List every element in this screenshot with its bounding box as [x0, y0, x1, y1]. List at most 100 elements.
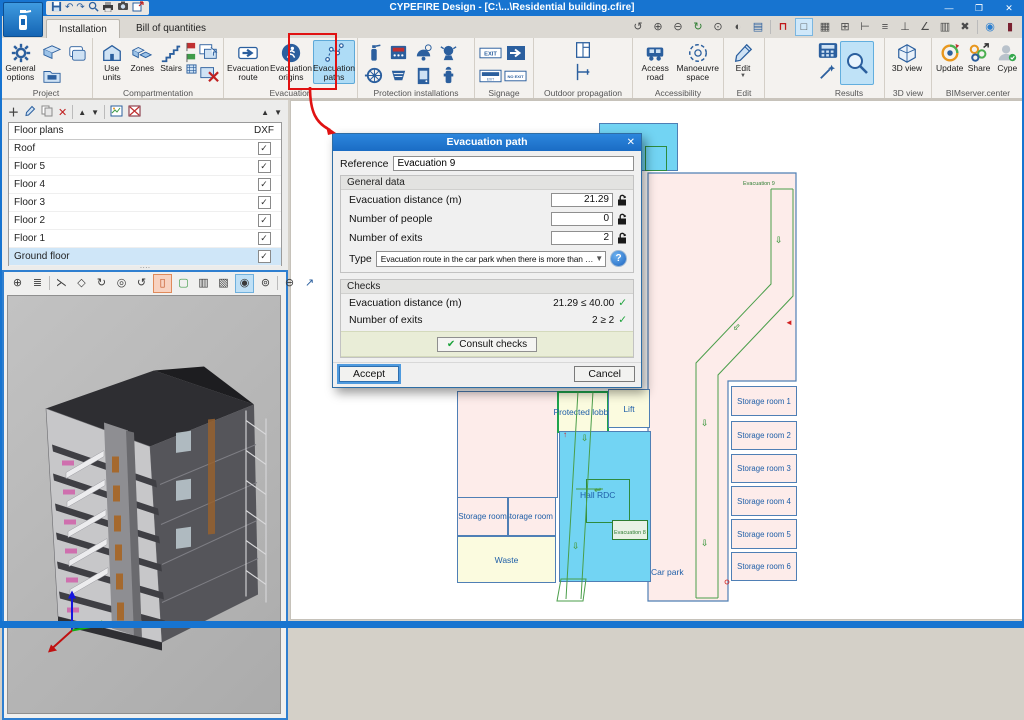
unlock-icon[interactable]: [617, 232, 627, 244]
zoom-3d-icon[interactable]: ⊖: [281, 275, 298, 292]
anaglyph-icon[interactable]: ⊚: [257, 275, 274, 292]
close-button[interactable]: ✕: [994, 0, 1024, 16]
evacuation-distance-input[interactable]: 21.29: [551, 193, 613, 207]
zones-button[interactable]: Zones: [128, 40, 156, 75]
3d-view-button[interactable]: 3D view: [888, 40, 926, 75]
zoom-window-icon[interactable]: ⊖: [670, 19, 686, 35]
room-lift[interactable]: Lift: [608, 389, 650, 428]
floor-row-2[interactable]: Floor 2✓: [9, 212, 281, 230]
propagation-distance-icon[interactable]: [572, 62, 594, 82]
maximize-button[interactable]: ❐: [964, 0, 994, 16]
room-storage-5[interactable]: Storage room 5: [731, 519, 797, 549]
type-select[interactable]: Evacuation route in the car park when th…: [376, 251, 606, 267]
access-road-button[interactable]: Access road: [636, 40, 674, 84]
help-button[interactable]: ?: [610, 250, 627, 267]
edit-floor-icon[interactable]: [24, 105, 36, 120]
undo-icon[interactable]: ↶: [65, 2, 73, 14]
room-storage-1[interactable]: Storage room 1: [731, 386, 797, 416]
manoeuvre-space-button[interactable]: Manoeuvre space: [675, 40, 720, 84]
siren-button[interactable]: [438, 42, 459, 63]
room-storage-4[interactable]: Storage room 4: [731, 486, 797, 516]
room-storage-6[interactable]: Storage room 6: [731, 552, 797, 581]
room-unlabelled[interactable]: [457, 391, 558, 498]
minimize-button[interactable]: —: [934, 0, 964, 16]
export-3d-icon[interactable]: ↗: [301, 275, 318, 292]
floor-row-1[interactable]: Floor 1✓: [9, 230, 281, 248]
move-down-icon[interactable]: ▼: [91, 108, 99, 117]
copy-floor-icon[interactable]: [41, 105, 53, 120]
magnet-snap-icon[interactable]: ⊓: [775, 19, 791, 35]
tab-bill-of-quantities[interactable]: Bill of quantities: [124, 19, 218, 38]
dxf-checkbox[interactable]: ✓: [258, 160, 271, 173]
grid-building-icon[interactable]: [186, 64, 197, 74]
dxf-templates-icon[interactable]: [110, 105, 123, 120]
measure-icon[interactable]: ≡: [877, 19, 893, 35]
windows-visibility-icon[interactable]: ▢: [175, 275, 192, 292]
app-menu-button[interactable]: [3, 2, 43, 37]
print-icon[interactable]: [102, 1, 114, 16]
zoom-extents-icon[interactable]: ⊕: [650, 19, 666, 35]
share-button[interactable]: Share: [965, 40, 992, 75]
layers-icon[interactable]: ≣: [29, 275, 46, 292]
edit-button[interactable]: Edit ▼: [727, 40, 759, 81]
dialog-title-bar[interactable]: Evacuation path ✕: [333, 134, 641, 151]
number-of-exits-input[interactable]: 2: [551, 231, 613, 245]
no-exit-sign-button[interactable]: NO EXIT: [504, 69, 527, 83]
dialog-close-icon[interactable]: ✕: [627, 134, 635, 151]
zoom-icon[interactable]: [88, 1, 99, 16]
dxf-checkbox[interactable]: ✓: [258, 178, 271, 191]
visibility-icon[interactable]: ◉: [235, 274, 254, 293]
scene-icon[interactable]: ⊕: [9, 275, 26, 292]
exit-sign-button[interactable]: EXIT: [479, 46, 502, 60]
tab-installation[interactable]: Installation: [46, 19, 120, 39]
doors-visibility-icon[interactable]: ▯: [153, 274, 172, 293]
manual-icon[interactable]: ▮: [1002, 19, 1018, 35]
room-hall-rdc[interactable]: Hall RDC Evacuation 8: [559, 431, 651, 582]
dxf-checkbox[interactable]: ✓: [258, 196, 271, 209]
hydrant-button[interactable]: [438, 65, 459, 86]
save-icon[interactable]: [51, 1, 62, 16]
alarm-panel-button[interactable]: [388, 42, 409, 63]
emergency-exit-sign-button[interactable]: EXIT: [479, 69, 502, 83]
angle-icon[interactable]: ∠: [917, 19, 933, 35]
capture-view-icon[interactable]: ▤: [750, 19, 766, 35]
unlock-icon[interactable]: [617, 194, 627, 206]
wand-button[interactable]: [818, 63, 838, 81]
reference-input[interactable]: [393, 156, 634, 171]
dxf-checkbox[interactable]: ✓: [258, 232, 271, 245]
dxf-checkbox[interactable]: ✓: [258, 250, 271, 263]
collapse-down-icon[interactable]: ▼: [274, 108, 282, 117]
general-options-button[interactable]: General options: [3, 40, 38, 84]
selection-box-icon[interactable]: □: [795, 18, 813, 36]
section-icon[interactable]: ▥: [195, 275, 212, 292]
delete-floor-icon[interactable]: [198, 64, 220, 84]
rotate-model-icon[interactable]: ↻: [93, 275, 110, 292]
delete-floor-icon[interactable]: ✕: [58, 106, 67, 119]
floor-row-3[interactable]: Floor 3✓: [9, 194, 281, 212]
library-folder-icon[interactable]: [42, 67, 62, 85]
move-up-icon[interactable]: ▲: [78, 108, 86, 117]
accept-button[interactable]: Accept: [339, 366, 399, 382]
use-units-button[interactable]: Use units: [96, 40, 127, 84]
cancel-button[interactable]: Cancel: [574, 366, 635, 382]
consult-checks-button[interactable]: ✔ Consult checks: [437, 337, 537, 352]
dxf-manage-icon[interactable]: [128, 105, 141, 120]
floor-row-4[interactable]: Floor 4✓: [9, 176, 281, 194]
collapse-up-icon[interactable]: ▲: [261, 108, 269, 117]
smoke-detector-button[interactable]: [388, 65, 409, 86]
zoom-previous-icon[interactable]: ⊙: [710, 19, 726, 35]
number-of-people-input[interactable]: 0: [551, 212, 613, 226]
cype-account-button[interactable]: Cype: [994, 40, 1021, 75]
dxf-checkbox[interactable]: ✓: [258, 214, 271, 227]
evacuation-route-button[interactable]: Evacuation route: [227, 40, 269, 84]
clipboard-icon[interactable]: ▥: [937, 19, 953, 35]
layers-icon[interactable]: [67, 44, 87, 62]
export-window-icon[interactable]: [132, 1, 144, 16]
tools-icon[interactable]: ✖: [957, 19, 973, 35]
hose-reel-button[interactable]: [363, 65, 384, 86]
flag-green-icon[interactable]: [186, 53, 197, 63]
dimension-icon[interactable]: ⊢: [857, 19, 873, 35]
consult-results-button[interactable]: [840, 41, 874, 85]
facade-opening-icon[interactable]: [572, 40, 594, 60]
snap-grid-icon[interactable]: ⊞: [837, 19, 853, 35]
